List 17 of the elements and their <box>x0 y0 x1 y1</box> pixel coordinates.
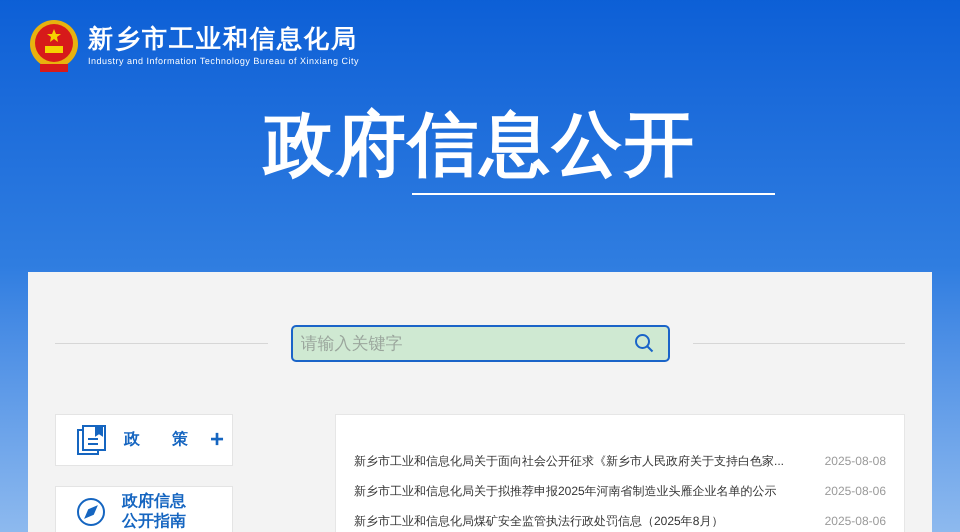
book-icon <box>76 424 108 456</box>
sidebar-item[interactable]: 政府信息公开指南 <box>55 486 233 532</box>
news-date: 2025-08-06 <box>824 483 886 500</box>
news-link[interactable]: 新乡市工业和信息化局关于拟推荐申报2025年河南省制造业头雁企业名单的公示 <box>354 482 777 500</box>
compass-icon <box>76 497 106 527</box>
site-title: 新乡市工业和信息化局 <box>88 24 359 56</box>
expand-toggle[interactable]: + <box>210 422 224 458</box>
emblem-icon <box>28 18 80 74</box>
news-date: 2025-08-06 <box>824 513 886 530</box>
page-title: 政府信息公开 <box>264 104 696 184</box>
search-field[interactable]: 请输入关键字 <box>290 325 670 362</box>
news-date: 2025-08-08 <box>824 453 886 470</box>
sidebar-item[interactable]: 政 策 + <box>55 414 233 466</box>
news-link[interactable]: 新乡市工业和信息化局煤矿安全监管执法行政处罚信息（2025年8月） <box>354 512 724 530</box>
search-icon[interactable] <box>634 333 654 353</box>
site-subtitle: Industry and Information Technology Bureau of Xinxiang City <box>88 55 359 68</box>
news-link[interactable]: 新乡市工业和信息化局关于面向社会公开征求《新乡市人民政府关于支持白色家... <box>354 452 784 470</box>
